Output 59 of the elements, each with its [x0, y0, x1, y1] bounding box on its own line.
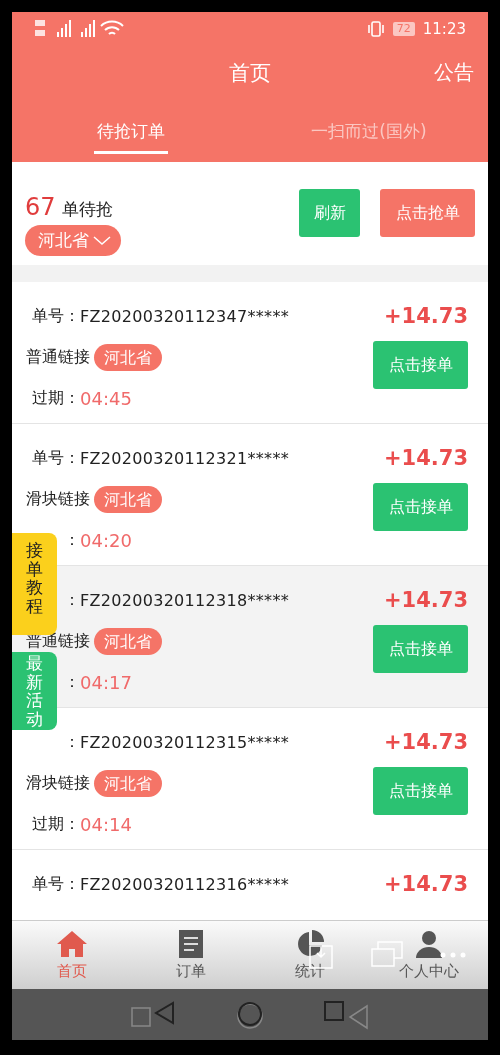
order-number-label: 单号：: [32, 448, 80, 469]
order-amount: +14.73: [383, 303, 468, 330]
order-number: FZ20200320112318*****: [80, 591, 289, 610]
clock-time: 11:23: [422, 19, 466, 38]
region-tag: 河北省: [94, 486, 162, 513]
tab[interactable]: 一扫而过(国外): [250, 100, 488, 162]
accept-order-button[interactable]: 点击接单: [373, 483, 468, 531]
order-amount: +14.73: [383, 587, 468, 614]
pie-chart-icon: [295, 929, 324, 958]
expiry-time: 04:45: [80, 388, 132, 409]
person-icon: [414, 929, 443, 958]
notice-link[interactable]: 公告: [434, 59, 474, 86]
nav-item[interactable]: 个人中心: [369, 921, 488, 989]
region-tag: 河北省: [94, 628, 162, 655]
order-count: 67: [25, 193, 56, 221]
link-type: 滑块链接: [26, 489, 90, 510]
page-title: 首页: [229, 59, 271, 87]
order-number-label: 单号：: [32, 306, 80, 327]
expiry-label: ：: [64, 672, 80, 693]
accept-order-button[interactable]: 点击接单: [373, 341, 468, 389]
chevron-down-icon: [93, 235, 111, 246]
tab[interactable]: 待抢订单: [12, 100, 250, 162]
count-label: 单待抢: [61, 198, 113, 221]
region-tag: 河北省: [94, 344, 162, 371]
order-number-label: ：: [64, 590, 80, 611]
house-icon: [55, 929, 88, 958]
more-dots-icon: [440, 952, 466, 958]
order-number: FZ20200320112315*****: [80, 733, 289, 752]
expiry-time: 04:20: [80, 530, 132, 551]
nav-item[interactable]: 统计: [250, 921, 369, 989]
link-type: 普通链接: [26, 347, 90, 368]
document-icon: [178, 929, 203, 958]
home-circle-icon[interactable]: [236, 999, 264, 1030]
nav-item[interactable]: 首页: [12, 921, 131, 989]
vibrate-icon: [366, 20, 385, 37]
grab-order-button[interactable]: 点击抢单: [380, 189, 475, 237]
order-amount: +14.73: [383, 729, 468, 756]
expiry-time: 04:14: [80, 814, 132, 835]
region-dropdown[interactable]: 河北省: [25, 225, 121, 256]
refresh-button[interactable]: 刷新: [299, 189, 360, 237]
order-amount: +14.73: [383, 871, 468, 898]
expiry-label: ：: [64, 530, 80, 551]
expiry-label: 过期：: [32, 388, 80, 409]
order-number: FZ20200320112316*****: [80, 875, 289, 894]
accept-order-button[interactable]: 点击接单: [373, 767, 468, 815]
battery-level: 72: [392, 21, 415, 36]
order-number-label: 单号：: [32, 874, 80, 895]
order-number-label: ：: [64, 732, 80, 753]
nav-item[interactable]: 订单: [131, 921, 250, 989]
link-type: 滑块链接: [26, 773, 90, 794]
accept-order-button[interactable]: 点击接单: [373, 625, 468, 673]
recents-icon[interactable]: [322, 999, 369, 1030]
expiry-time: 04:17: [80, 672, 132, 693]
order-number: FZ20200320112347*****: [80, 307, 289, 326]
region-tag: 河北省: [94, 770, 162, 797]
events-button[interactable]: 最新活动: [12, 652, 57, 730]
order-amount: +14.73: [383, 445, 468, 472]
expiry-label: 过期：: [32, 814, 80, 835]
order-number: FZ20200320112321*****: [80, 449, 289, 468]
